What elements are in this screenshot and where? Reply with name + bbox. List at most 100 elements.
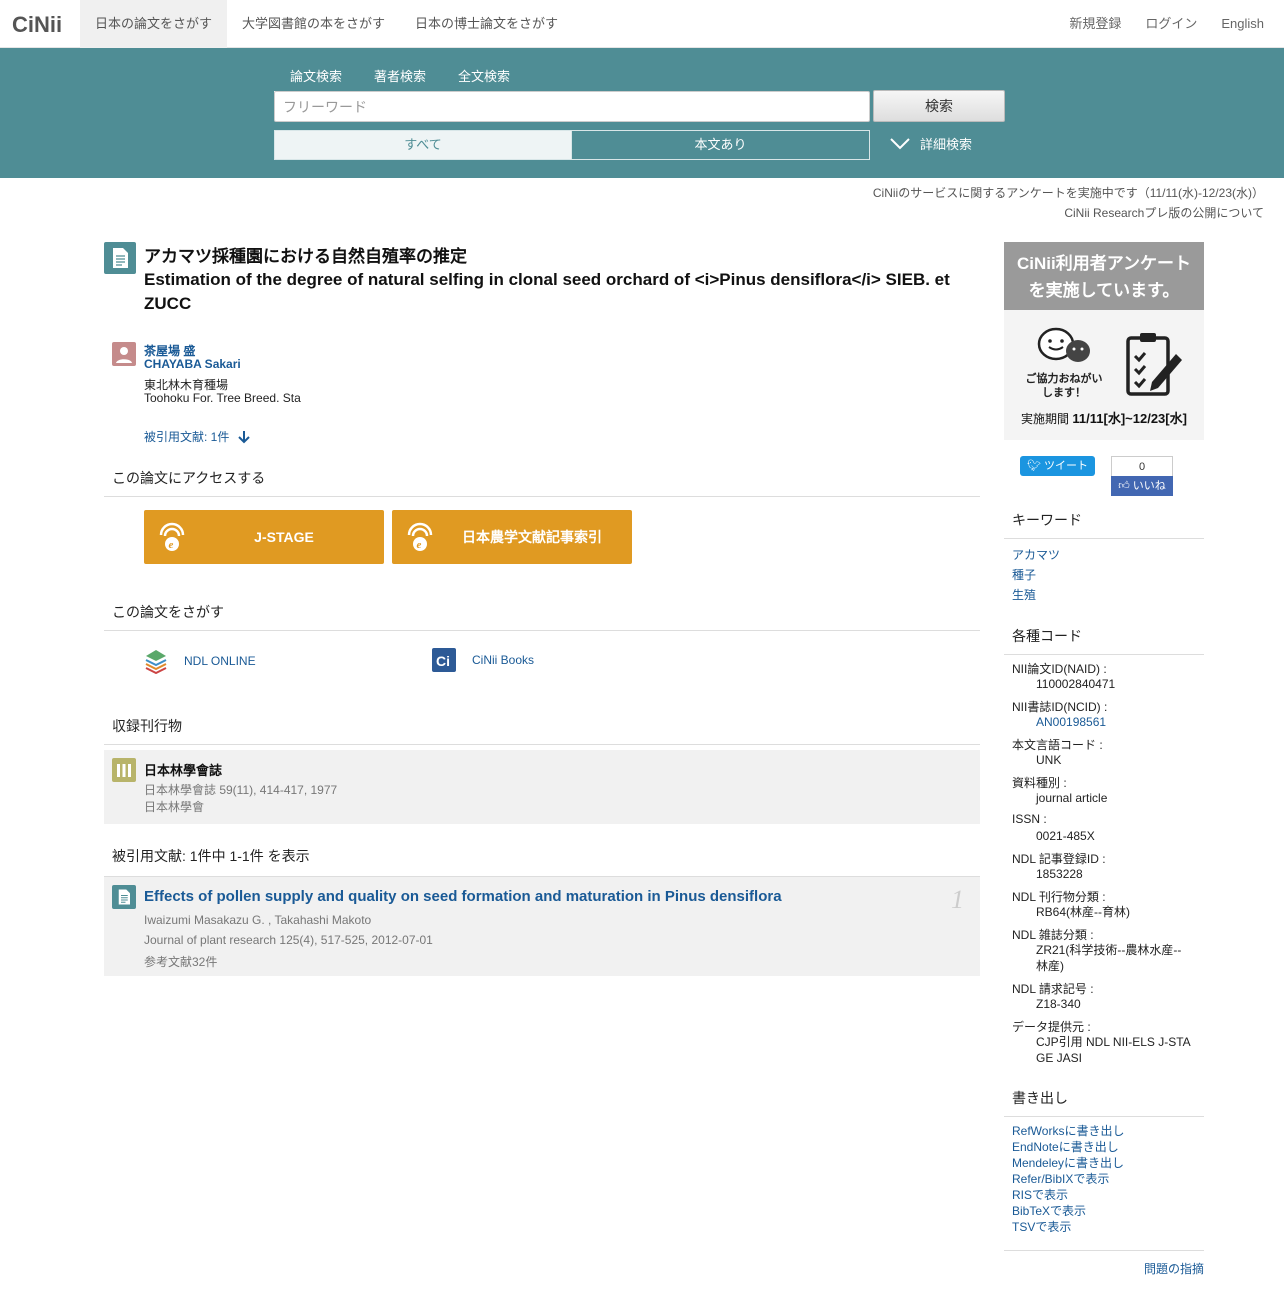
journal-card: 日本林學會誌 日本林學會誌 59(11), 414-417, 1977 日本林學… (104, 750, 980, 824)
code-label-data-source: データ提供元 : (1012, 1020, 1091, 1034)
e-access-icon: e (159, 522, 185, 551)
advanced-search-label: 詳細検索 (920, 137, 973, 152)
survey-banner-line2: を実施しています。 (1028, 281, 1180, 300)
cinii-books-link[interactable]: Ci CiNii Books (432, 648, 534, 672)
search-panel: 論文検索 著者検索 全文検索 検索 すべて 本文あり 詳細検索 (0, 48, 1284, 178)
jstage-button[interactable]: e J-STAGE (144, 510, 384, 564)
export-refer-link[interactable]: Refer/BibIXで表示 (1012, 1170, 1109, 1187)
code-label-ndl-class: NDL 刊行物分類 : (1012, 890, 1106, 904)
code-value-ndl-class: RB64(林産--育林) (1036, 905, 1131, 919)
export-heading: 書き出し (1004, 1088, 1204, 1117)
tab-fulltext-search[interactable]: 全文検索 (442, 62, 526, 93)
codes-heading: 各種コード (1004, 626, 1204, 655)
survey-notice-link[interactable]: CiNiiのサービスに関するアンケートを実施中です（11/11(水)-12/23… (873, 184, 1264, 201)
filter-fulltext[interactable]: 本文あり (571, 130, 870, 160)
tab-university-library-books[interactable]: 大学図書館の本をさがす (227, 0, 400, 48)
export-mendeley-link[interactable]: Mendeleyに書き出し (1012, 1154, 1124, 1171)
cited-by-heading: 被引用文献: 1件中 1-1件 を表示 (112, 848, 310, 864)
export-bibtex-link[interactable]: BibTeXで表示 (1012, 1202, 1086, 1219)
research-preview-link[interactable]: CiNii Researchプレ版の公開について (1064, 204, 1264, 221)
like-label: いいね (1132, 480, 1166, 492)
code-value-ncid-link[interactable]: AN00198561 (1036, 714, 1196, 730)
code-label-type: 資料種別 : (1012, 776, 1067, 790)
thumbs-up-icon: 👍︎ (1118, 480, 1130, 492)
cited-article-authors: Iwaizumi Masakazu G. , Takahashi Makoto (144, 913, 372, 927)
english-link[interactable]: English (1209, 0, 1276, 48)
keyword-link[interactable]: アカマツ (1012, 546, 1060, 563)
like-button[interactable]: 👍︎ いいね (1111, 476, 1173, 496)
keywords-heading: キーワード (1004, 510, 1204, 539)
author-name-en[interactable]: CHAYABA Sakari (144, 357, 241, 371)
top-navbar: CiNii 日本の論文をさがす 大学図書館の本をさがす 日本の博士論文をさがす … (0, 0, 1284, 48)
export-refworks-link[interactable]: RefWorksに書き出し (1012, 1122, 1124, 1139)
code-label-language: 本文言語コード : (1012, 738, 1103, 752)
code-value-ndl-journal-class: ZR21(科学技術--農林水産--林産) (1036, 943, 1182, 973)
cinii-books-label: CiNii Books (472, 653, 535, 667)
list-item: Effects of pollen supply and quality on … (104, 876, 980, 976)
journal-publisher: 日本林學會 (144, 800, 205, 814)
ndl-online-link[interactable]: NDL ONLINE (144, 648, 256, 674)
search-button[interactable]: 検索 (873, 90, 1005, 122)
tab-article-search[interactable]: 論文検索 (274, 62, 359, 93)
document-icon (104, 242, 136, 274)
agriknowledge-button[interactable]: e 日本農学文献記事索引 (392, 510, 632, 564)
code-label-ndl-journal-class: NDL 雑誌分類 : (1012, 928, 1094, 942)
tab-doctoral-theses[interactable]: 日本の博士論文をさがす (400, 0, 573, 48)
register-link[interactable]: 新規登録 (1057, 0, 1133, 48)
code-value-language: UNK (1036, 753, 1062, 767)
author-avatar-icon (112, 342, 136, 366)
keyword-link[interactable]: 生殖 (1012, 586, 1036, 603)
survey-period-dates: 11/11[水]~12/23[水] (1072, 411, 1187, 426)
cited-article-refs: 参考文献32件 (144, 955, 218, 969)
tab-japanese-articles[interactable]: 日本の論文をさがす (80, 0, 228, 48)
affiliation-en: Toohoku For. Tree Breed. Sta (144, 391, 301, 405)
tab-author-search[interactable]: 著者検索 (358, 62, 442, 93)
export-endnote-link[interactable]: EndNoteに書き出し (1012, 1138, 1119, 1155)
report-issue-link[interactable]: 問題の指摘 (1004, 1250, 1204, 1277)
keyword-link[interactable]: 種子 (1012, 566, 1036, 583)
code-value-ndl-id: 1853228 (1036, 867, 1083, 881)
survey-period-label: 実施期間 (1021, 412, 1070, 426)
cited-article-journal: Journal of plant research 125(4), 517-52… (144, 933, 433, 947)
like-count: 0 (1111, 456, 1173, 476)
export-ris-link[interactable]: RISで表示 (1012, 1186, 1068, 1203)
survey-banner[interactable]: CiNii利用者アンケート を実施しています。 ご協力おねがいします！ 実施期間… (1004, 242, 1204, 440)
svg-text:Ci: Ci (436, 653, 450, 669)
find-heading: この論文をさがす (104, 602, 980, 631)
filter-all[interactable]: すべて (274, 130, 572, 160)
journal-heading: 収録刊行物 (104, 716, 980, 745)
survey-banner-line1: CiNii利用者アンケート (1016, 254, 1192, 273)
search-input[interactable] (274, 91, 870, 122)
export-tsv-link[interactable]: TSVで表示 (1012, 1218, 1071, 1235)
code-value-data-source: CJP引用 NDL NII-ELS J-STAGE JASI (1036, 1035, 1191, 1065)
login-link[interactable]: ログイン (1133, 0, 1209, 48)
code-label-call-number: NDL 請求記号 : (1012, 982, 1094, 996)
journal-title: 日本林學會誌 (144, 763, 223, 778)
tweet-label: ツイート (1044, 460, 1089, 472)
code-value-naid: 110002840471 (1036, 677, 1116, 691)
ndl-online-label: NDL ONLINE (184, 654, 256, 668)
cited-article-title-link[interactable]: Effects of pollen supply and quality on … (144, 888, 782, 905)
advanced-search-toggle[interactable]: 詳細検索 (890, 134, 972, 153)
tweet-button[interactable]: 🐦︎ ツイート (1020, 456, 1095, 476)
chat-bubbles-icon (1037, 327, 1090, 362)
code-label-ncid: NII書誌ID(NCID) : (1012, 700, 1108, 714)
article-title-en: Estimation of the degree of natural self… (144, 270, 950, 313)
cinii-logo[interactable]: CiNii (12, 10, 64, 38)
document-icon (112, 885, 136, 909)
code-value-type: journal article (1036, 791, 1108, 805)
journal-volume-info: 日本林學會誌 59(11), 414-417, 1977 (144, 783, 338, 797)
cinii-books-icon: Ci (432, 648, 456, 672)
code-label-issn: ISSN : (1012, 812, 1047, 826)
e-access-icon: e (407, 522, 433, 551)
code-value-call-number: Z18-340 (1036, 997, 1081, 1011)
code-label-naid: NII論文ID(NAID) : (1012, 662, 1107, 676)
arrow-down-icon (238, 430, 251, 443)
svg-text:e: e (417, 539, 422, 551)
cited-count-label: 被引用文献: 1件 (144, 430, 230, 444)
journal-icon (112, 758, 136, 782)
access-heading: この論文にアクセスする (104, 468, 980, 497)
cited-count-link[interactable]: 被引用文献: 1件 (144, 428, 251, 445)
survey-banner-cooperation: ご協力おねがいします！ (1025, 373, 1103, 399)
code-value-issn: 0021-485X (1036, 829, 1095, 843)
